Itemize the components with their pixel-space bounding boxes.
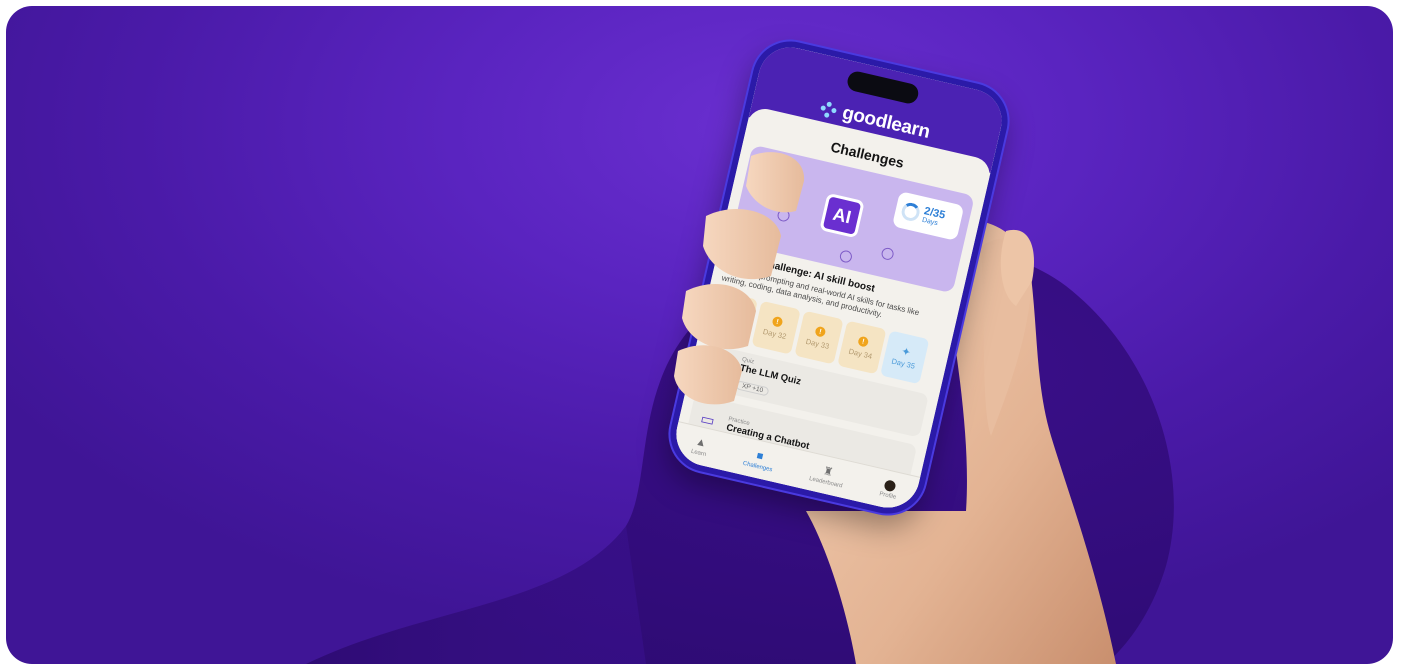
hero-banner: goodlearn Challenges AI 2/35 Days 35-Day… xyxy=(6,6,1393,664)
alert-icon: ! xyxy=(771,315,784,328)
logo-icon xyxy=(819,100,838,119)
xp-badge: XP +10 xyxy=(735,379,770,397)
day-label: Day 35 xyxy=(890,356,916,371)
day-label: Day 34 xyxy=(847,346,873,361)
day-card-current[interactable]: ✦ Day 35 xyxy=(880,330,930,385)
tab-challenges[interactable]: ■ Challenges xyxy=(742,447,776,473)
tab-profile[interactable]: Profile xyxy=(879,479,900,501)
day-label: Day 33 xyxy=(804,336,831,351)
day-label: Day 31 xyxy=(719,317,745,332)
alert-icon: ! xyxy=(728,305,741,318)
tab-label: Learn xyxy=(690,448,707,458)
tab-leaderboard[interactable]: ♜ Leaderboard xyxy=(808,461,846,489)
chart-icon xyxy=(838,249,854,264)
rocket-icon xyxy=(765,166,780,182)
progress-ring-icon xyxy=(899,201,922,223)
chain-icon xyxy=(880,246,895,262)
dynamic-island xyxy=(845,69,921,106)
tab-label: Challenges xyxy=(742,460,773,473)
day-card[interactable]: ! Day 31 xyxy=(708,290,758,345)
ai-badge: AI xyxy=(819,192,865,239)
tab-label: Profile xyxy=(878,491,897,501)
target-icon: ◎ xyxy=(710,359,728,380)
sparkle-icon: ✦ xyxy=(900,345,912,359)
day-card[interactable]: ! Day 32 xyxy=(751,300,801,355)
globe-icon xyxy=(776,208,791,223)
alert-icon: ! xyxy=(814,325,827,338)
day-label: Day 32 xyxy=(762,326,788,342)
gamepad-icon: ■ xyxy=(755,449,765,463)
tab-learn[interactable]: ▲ Learn xyxy=(690,435,709,458)
tab-label: Leaderboard xyxy=(808,476,843,490)
day-card[interactable]: ! Day 34 xyxy=(837,320,887,375)
alert-icon: ! xyxy=(857,335,870,348)
progress-card: 2/35 Days xyxy=(891,191,965,241)
day-card[interactable]: ! Day 33 xyxy=(794,310,844,365)
stopwatch-icon xyxy=(754,221,770,237)
graduation-cap-icon: ▲ xyxy=(694,435,708,450)
trophy-icon: ♜ xyxy=(821,465,835,479)
avatar xyxy=(883,479,897,493)
